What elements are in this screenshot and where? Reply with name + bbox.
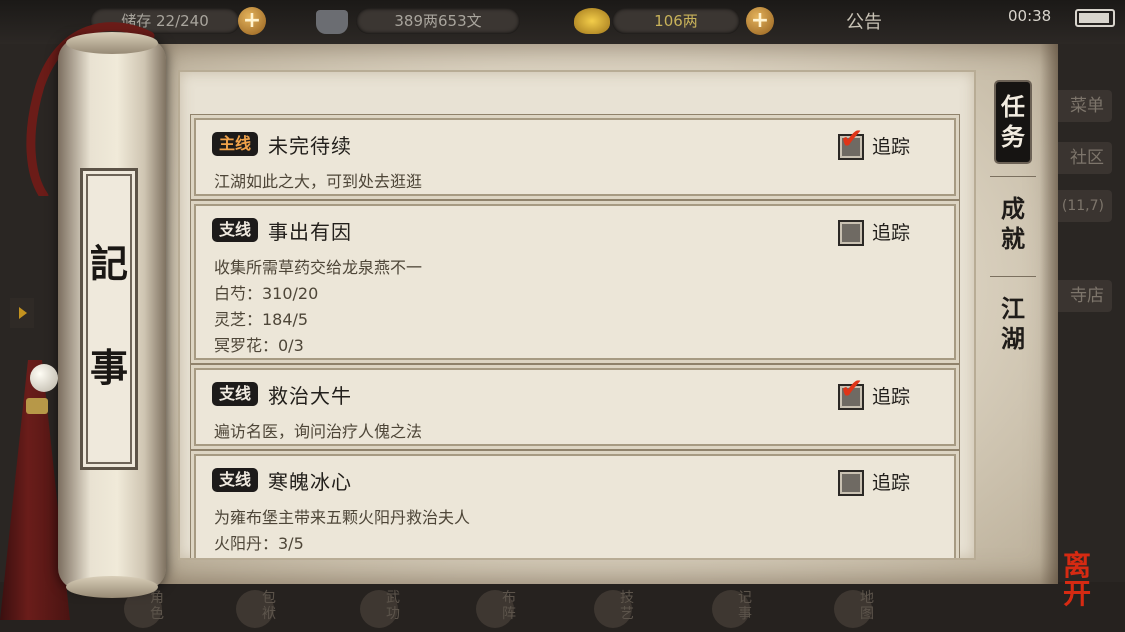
notice-button[interactable]: 公告 — [846, 8, 882, 34]
track-checkbox[interactable] — [838, 220, 864, 246]
track-label: 追踪 — [872, 222, 911, 244]
clock: 00:38 — [1008, 7, 1052, 25]
bottom-role-label: 角色 — [150, 590, 164, 622]
community-button[interactable]: 社区 — [1052, 142, 1112, 174]
battery-icon — [1075, 9, 1115, 27]
bottom-journal[interactable]: 记事 — [712, 590, 772, 630]
menu-button[interactable]: 菜单 — [1052, 90, 1112, 122]
journal-title-char-1: 記 — [89, 241, 128, 286]
tab-achievements[interactable]: 成就 — [996, 194, 1030, 254]
track-toggle[interactable]: 追踪 — [838, 468, 928, 496]
tab-divider — [990, 176, 1036, 177]
quest-description: 为雍布堡主带来五颗火阳丹救治夫人 — [214, 508, 471, 527]
tab-jianghu[interactable]: 江湖 — [996, 294, 1030, 354]
journal-title-char-2: 事 — [89, 345, 128, 390]
add-gold-button[interactable]: + — [746, 7, 774, 35]
quest-progress: 灵芝：184/5 — [214, 310, 309, 329]
quest-item[interactable]: 支线 救治大牛 遍访名医，询问治疗人傀之法 ✔ 追踪 — [194, 368, 956, 446]
silver-icon — [316, 10, 348, 34]
expand-arrow-icon[interactable] — [10, 298, 34, 328]
bottom-map-label: 地图 — [860, 590, 874, 622]
quest-progress: 冥罗花：0/3 — [214, 336, 304, 355]
track-label: 追踪 — [872, 472, 911, 494]
leave-button[interactable]: 离开 — [1046, 552, 1108, 614]
quest-type-badge: 支线 — [212, 468, 258, 492]
checkmark-icon: ✔ — [840, 372, 864, 405]
track-toggle[interactable]: 追踪 — [838, 218, 928, 246]
quest-item[interactable]: 支线 事出有因 收集所需草药交给龙泉燕不一 白芍：310/20 灵芝：184/5… — [194, 204, 956, 360]
quest-title: 寒魄冰心 — [268, 470, 352, 494]
bottom-skills[interactable]: 技艺 — [594, 590, 654, 630]
checkmark-icon: ✔ — [840, 122, 864, 155]
quest-title: 未完待续 — [268, 134, 352, 158]
quest-item[interactable]: 支线 寒魄冰心 为雍布堡主带来五颗火阳丹救治夫人 火阳丹：3/5 追踪 — [194, 454, 956, 558]
track-checkbox[interactable] — [838, 470, 864, 496]
quest-description: 收集所需草药交给龙泉燕不一 — [214, 258, 423, 277]
bottom-journal-label: 记事 — [738, 590, 752, 622]
journal-title-strip: 記 事 — [80, 168, 138, 470]
bottom-bag-label: 包袱 — [262, 590, 276, 622]
bottom-bag[interactable]: 包袱 — [236, 590, 296, 630]
track-label: 追踪 — [872, 136, 911, 158]
track-label: 追踪 — [872, 386, 911, 408]
gold-amount: 106两 — [612, 8, 740, 34]
leave-label: 离开 — [1062, 549, 1091, 610]
roller-cap-bottom — [66, 576, 158, 598]
quest-progress: 火阳丹：3/5 — [214, 534, 304, 553]
scroll-edge-shadow — [1040, 44, 1058, 584]
quest-title: 事出有因 — [268, 220, 352, 244]
bottom-formation-label: 布阵 — [502, 590, 516, 622]
coordinates: (11,7) — [1052, 190, 1112, 222]
tab-divider — [990, 276, 1036, 277]
roller-cap-top — [66, 32, 158, 54]
quest-title: 救治大牛 — [268, 384, 352, 408]
bottom-skills-label: 技艺 — [620, 590, 634, 622]
shop-button[interactable]: 寺店 — [1052, 280, 1112, 312]
quest-list-panel[interactable]: 主线 未完待续 江湖如此之大，可到处去逛逛 ✔ 追踪 支线 事出有因 收集所需草… — [178, 70, 976, 560]
quest-description: 江湖如此之大，可到处去逛逛 — [214, 172, 423, 191]
tab-quests[interactable]: 任务 — [996, 82, 1030, 162]
quest-type-badge: 支线 — [212, 218, 258, 242]
gold-ingot-icon — [574, 8, 610, 34]
bottom-martial-label: 武功 — [386, 590, 400, 622]
track-toggle[interactable]: ✔ 追踪 — [838, 374, 928, 410]
bottom-formation[interactable]: 布阵 — [476, 590, 536, 630]
quest-type-badge: 主线 — [212, 132, 258, 156]
quest-type-badge: 支线 — [212, 382, 258, 406]
bottom-martial[interactable]: 武功 — [360, 590, 420, 630]
bottom-map[interactable]: 地图 — [834, 590, 894, 630]
quest-progress: 白芍：310/20 — [214, 284, 319, 303]
track-toggle[interactable]: ✔ 追踪 — [838, 124, 928, 160]
quest-item[interactable]: 主线 未完待续 江湖如此之大，可到处去逛逛 ✔ 追踪 — [194, 118, 956, 196]
silver-amount: 389两653文 — [356, 8, 520, 34]
add-bag-button[interactable]: + — [238, 7, 266, 35]
gold-ring-icon — [26, 398, 48, 414]
quest-description: 遍访名医，询问治疗人傀之法 — [214, 422, 423, 441]
jade-bead-icon — [30, 364, 58, 392]
